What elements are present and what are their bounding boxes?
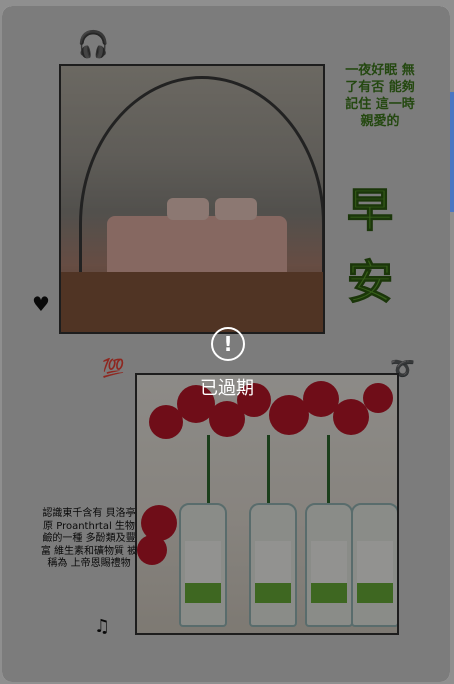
headphones-icon: 🎧 bbox=[77, 30, 110, 60]
side-handwritten-text: 一夜好眠 無了有否 能夠記住 這一時 親愛的 bbox=[345, 63, 415, 129]
heart-icon: ♥ bbox=[32, 292, 50, 316]
info-paragraph: 認識東千含有 貝洛亭原 Proanthrtal 生物鹼的一種 多酚類及豐富 維生… bbox=[40, 508, 138, 569]
expired-label: 已過期 bbox=[200, 378, 254, 399]
big-char-an: 安 bbox=[347, 255, 394, 310]
exclamation-circle-icon: ! bbox=[211, 327, 245, 361]
big-char-zao: 早 bbox=[347, 183, 394, 238]
music-notes-icon: ♫ bbox=[94, 616, 111, 637]
bubble-dome-bed-photo bbox=[59, 64, 325, 334]
roses-bottles-photo bbox=[135, 373, 399, 635]
wooden-deck bbox=[61, 272, 323, 332]
edge-accent bbox=[450, 92, 454, 212]
